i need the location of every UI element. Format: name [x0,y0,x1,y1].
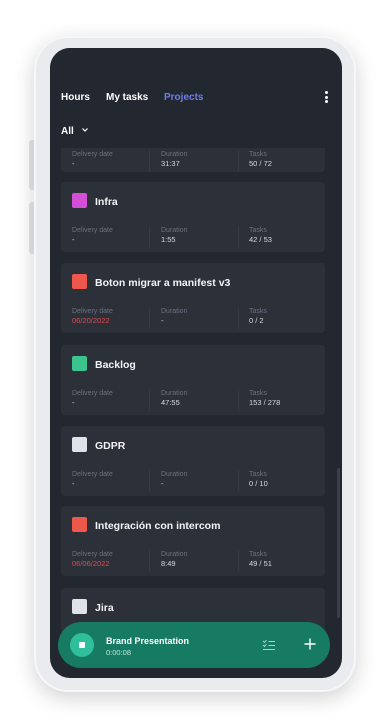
project-title: Backlog [95,359,136,371]
delivery-date-stat: Delivery date 06/06/2022 [72,551,113,568]
tasks-stat: Tasks 50 / 72 [249,151,272,168]
running-task-time: 0:00:08 [106,648,132,657]
tasks-stat: Tasks 0 / 10 [249,471,268,488]
more-vertical-icon[interactable] [322,91,330,105]
tab-projects[interactable]: Projects [164,92,203,103]
delivery-date-stat: Delivery date - [72,227,113,244]
divider [238,470,239,492]
divider [149,307,150,329]
project-list: Delivery date - Duration 31:37 Tasks 50 … [61,148,325,638]
divider [238,389,239,411]
divider [238,150,239,172]
checklist-icon[interactable] [262,638,276,652]
project-color-swatch [72,193,87,208]
divider [149,150,150,172]
filter-dropdown[interactable]: All [61,126,74,137]
stop-timer-button[interactable] [70,633,94,657]
tasks-stat: Tasks 49 / 51 [249,551,272,568]
project-card[interactable]: GDPR Delivery date - Duration - Tasks 0 … [61,426,325,496]
duration-stat: Duration 8:49 [161,551,188,568]
project-title: Jira [95,602,114,614]
stop-icon [79,642,85,648]
filter-bar [50,126,342,148]
project-color-swatch [72,274,87,289]
plus-icon[interactable] [303,637,317,651]
scrollbar[interactable] [337,468,340,618]
project-title: Infra [95,196,118,208]
project-title: Boton migrar a manifest v3 [95,277,231,289]
divider [149,550,150,572]
duration-stat: Duration 31:37 [161,151,188,168]
tasks-stat: Tasks 153 / 278 [249,390,281,407]
project-card[interactable]: Delivery date - Duration 31:37 Tasks 50 … [61,148,325,172]
running-task-title: Brand Presentation [106,636,190,646]
project-card[interactable]: Boton migrar a manifest v3 Delivery date… [61,263,325,333]
tasks-stat: Tasks 0 / 2 [249,308,267,325]
delivery-date-stat: Delivery date - [72,390,113,407]
duration-stat: Duration 1:55 [161,227,188,244]
app-screen: Hours My tasks Projects All Delivery dat… [50,48,342,678]
project-title: Integración con intercom [95,520,221,532]
project-card[interactable]: Backlog Delivery date - Duration 47:55 T… [61,345,325,415]
duration-stat: Duration - [161,471,188,488]
tasks-stat: Tasks 42 / 53 [249,227,272,244]
divider [149,470,150,492]
delivery-date-stat: Delivery date - [72,471,113,488]
tab-hours[interactable]: Hours [61,92,90,103]
project-card[interactable]: Integración con intercom Delivery date 0… [61,506,325,576]
divider [149,389,150,411]
timer-player-bar[interactable]: Brand Presentation 0:00:08 [58,622,330,668]
project-color-swatch [72,437,87,452]
project-title: GDPR [95,440,126,452]
duration-stat: Duration 47:55 [161,390,188,407]
divider [238,226,239,248]
delivery-date-stat: Delivery date 06/20/2022 [72,308,113,325]
duration-stat: Duration - [161,308,188,325]
divider [238,307,239,329]
divider [149,226,150,248]
chevron-down-icon[interactable] [81,126,89,134]
project-color-swatch [72,599,87,614]
delivery-date-stat: Delivery date - [72,151,113,168]
top-navigation: Hours My tasks Projects [50,48,342,126]
divider [238,550,239,572]
project-color-swatch [72,356,87,371]
tab-my-tasks[interactable]: My tasks [106,92,148,103]
project-card[interactable]: Infra Delivery date - Duration 1:55 Task… [61,182,325,252]
project-color-swatch [72,517,87,532]
